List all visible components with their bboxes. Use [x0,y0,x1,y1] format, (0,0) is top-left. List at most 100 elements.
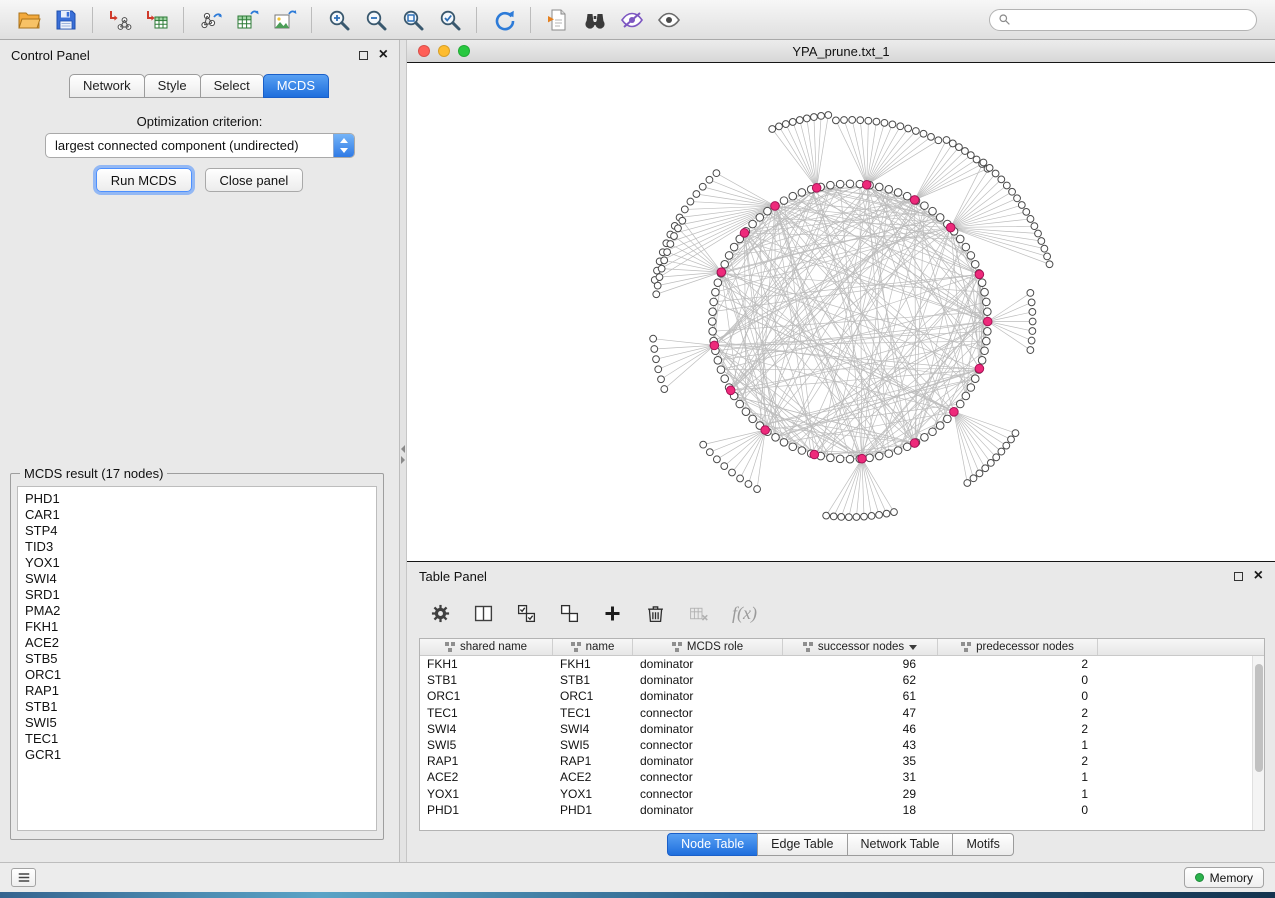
network-node[interactable] [717,366,725,374]
leaf-node[interactable] [891,509,898,516]
leaf-node[interactable] [868,513,875,520]
mcds-list-item[interactable]: STB5 [25,651,376,667]
network-node[interactable] [764,207,772,215]
table-row[interactable]: TEC1TEC1connector472 [420,705,1264,721]
table-row[interactable]: FKH1FKH1dominator962 [420,656,1264,672]
network-node[interactable] [846,180,854,188]
maximize-window-button[interactable] [458,45,470,57]
leaf-node[interactable] [706,449,713,456]
network-node[interactable] [712,288,720,296]
zoom-selected-button[interactable] [431,4,468,36]
network-node[interactable] [730,243,738,251]
mcds-list-item[interactable]: PMA2 [25,603,376,619]
network-node[interactable] [875,452,883,460]
network-node[interactable] [981,288,989,296]
network-node[interactable] [749,415,757,423]
network-node[interactable] [967,252,975,260]
leaf-node[interactable] [1029,328,1036,335]
leaf-node[interactable] [1029,309,1036,316]
dominator-node[interactable] [950,408,959,417]
leaf-node[interactable] [970,475,977,482]
import-table-button[interactable] [138,4,175,36]
dominator-node[interactable] [710,341,719,350]
dominator-node[interactable] [812,184,821,193]
criterion-dropdown[interactable]: largest connected component (undirected) [45,133,355,158]
table-row[interactable]: PHD1PHD1dominator180 [420,802,1264,818]
network-node[interactable] [983,298,991,306]
leaf-node[interactable] [1029,318,1036,325]
leaf-node[interactable] [956,144,963,151]
network-node[interactable] [749,220,757,228]
leaf-node[interactable] [654,282,661,289]
open-file-button[interactable] [10,4,47,36]
mcds-list-item[interactable]: TEC1 [25,731,376,747]
float-panel-button[interactable] [359,51,368,60]
table-settings-button[interactable] [427,600,453,626]
network-node[interactable] [885,186,893,194]
zoom-out-button[interactable] [357,4,394,36]
network-node[interactable] [971,260,979,268]
leaf-node[interactable] [687,198,694,205]
pane-splitter[interactable] [400,40,407,862]
dominator-node[interactable] [975,270,984,279]
leaf-node[interactable] [796,117,803,124]
leaf-node[interactable] [655,366,662,373]
network-node[interactable] [962,392,970,400]
mcds-list-item[interactable]: PHD1 [25,491,376,507]
leaf-node[interactable] [849,117,856,124]
leaf-node[interactable] [889,121,896,128]
network-node[interactable] [708,318,716,326]
network-node[interactable] [789,192,797,200]
table-row[interactable]: RAP1RAP1dominator352 [420,753,1264,769]
leaf-node[interactable] [650,335,657,342]
network-node[interactable] [866,454,874,462]
table-row[interactable]: STB1STB1dominator620 [420,672,1264,688]
leaf-node[interactable] [721,463,728,470]
network-node[interactable] [978,279,986,287]
leaf-node[interactable] [811,114,818,121]
network-node[interactable] [983,337,991,345]
leaf-node[interactable] [675,225,682,232]
leaf-node[interactable] [1018,202,1025,209]
leaf-node[interactable] [992,170,999,177]
leaf-node[interactable] [789,119,796,126]
leaf-node[interactable] [905,125,912,132]
network-node[interactable] [798,447,806,455]
leaf-node[interactable] [928,133,935,140]
column-header-shared-name[interactable]: shared name [420,639,553,655]
leaf-node[interactable] [653,291,660,298]
leaf-node[interactable] [897,123,904,130]
network-node[interactable] [936,422,944,430]
dominator-node[interactable] [983,317,992,326]
network-node[interactable] [736,400,744,408]
delete-column-button[interactable] [642,600,668,626]
dominator-node[interactable] [862,180,871,189]
leaf-node[interactable] [1046,261,1053,268]
network-node[interactable] [921,434,929,442]
leaf-node[interactable] [700,441,707,448]
network-node[interactable] [772,434,780,442]
network-node[interactable] [714,279,722,287]
tab-style[interactable]: Style [144,74,201,98]
network-node[interactable] [721,260,729,268]
network-node[interactable] [984,308,992,316]
tab-mcds[interactable]: MCDS [263,74,329,98]
network-node[interactable] [875,183,883,191]
network-node[interactable] [903,192,911,200]
network-node[interactable] [780,439,788,447]
network-node[interactable] [827,181,835,189]
leaf-node[interactable] [679,217,686,224]
mcds-list-item[interactable]: RAP1 [25,683,376,699]
mcds-list-item[interactable]: ACE2 [25,635,376,651]
network-node[interactable] [827,454,835,462]
leaf-node[interactable] [883,510,890,517]
mcds-result-list[interactable]: PHD1CAR1STP4TID3YOX1SWI4SRD1PMA2FKH1ACE2… [17,486,377,831]
leaf-node[interactable] [853,514,860,521]
close-table-panel-button[interactable]: × [1254,568,1263,584]
minimize-window-button[interactable] [438,45,450,57]
column-header-name[interactable]: name [553,639,633,655]
leaf-node[interactable] [998,176,1005,183]
leaf-node[interactable] [1003,182,1010,189]
leaf-node[interactable] [671,233,678,240]
network-node[interactable] [885,450,893,458]
